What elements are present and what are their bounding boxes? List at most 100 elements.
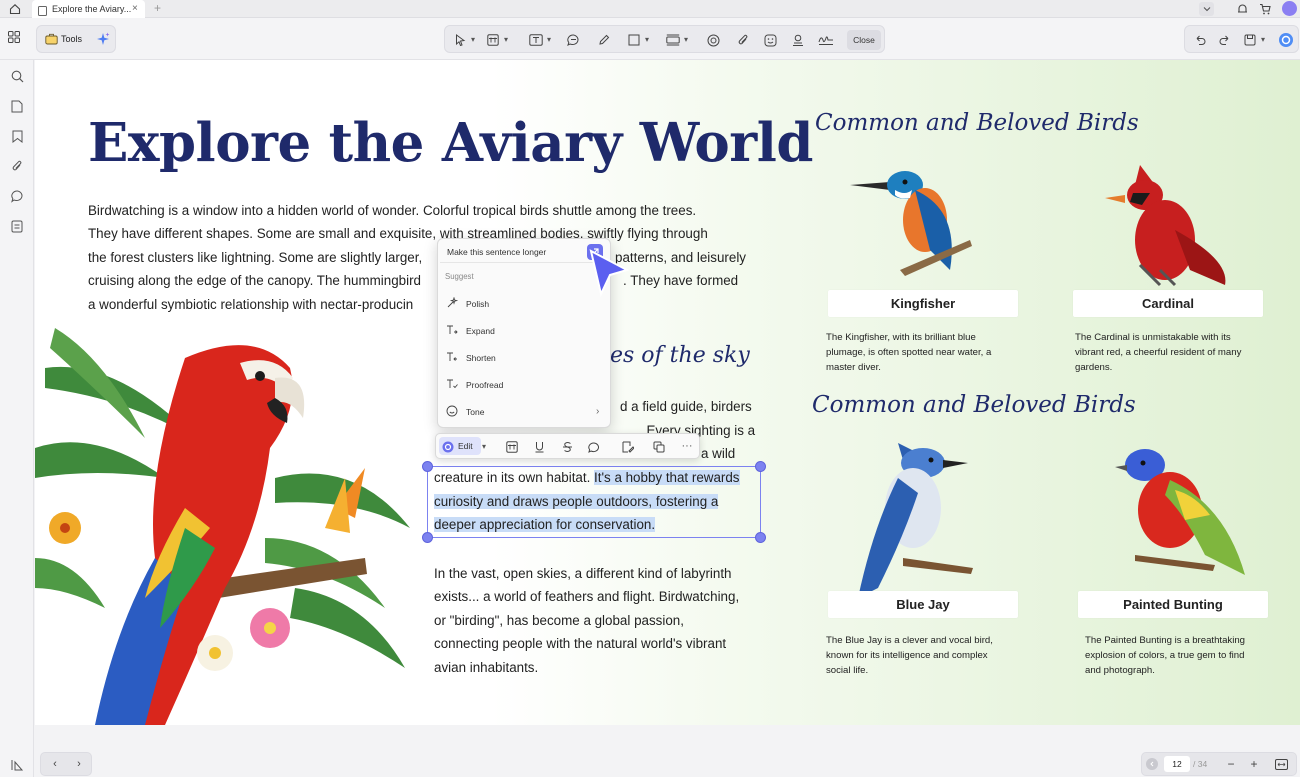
stamp-icon[interactable] — [703, 30, 723, 50]
prev-page-icon[interactable]: ‹ — [47, 753, 63, 775]
edit-button[interactable]: Edit — [439, 437, 481, 455]
chevron-down-icon[interactable]: ▾ — [1259, 30, 1267, 50]
comment-icon[interactable] — [584, 437, 604, 457]
text-box-icon[interactable] — [483, 30, 503, 50]
blue-jay-illustration — [843, 438, 978, 603]
document-page: Explore the Aviary World Birdwatching is… — [35, 60, 1300, 725]
proofread-icon — [447, 379, 458, 389]
selected-line-3[interactable]: deeper appreciation for conservation. — [434, 513, 656, 537]
note-edit-icon[interactable] — [618, 437, 638, 457]
apps-grid-icon[interactable] — [7, 30, 21, 44]
suggest-item-tone[interactable]: Tone › — [446, 400, 604, 424]
shorten-text-icon — [447, 352, 457, 361]
intro-line-5: a wonderful symbiotic relationship with … — [88, 297, 414, 312]
layers-icon[interactable] — [5, 215, 29, 237]
chevron-down-icon[interactable]: ▾ — [545, 30, 553, 50]
page-thumbnails-icon[interactable] — [5, 95, 29, 117]
pen-icon[interactable] — [594, 30, 614, 50]
kingfisher-illustration — [850, 160, 975, 280]
shape-rectangle-icon[interactable] — [624, 30, 644, 50]
para3-line-4: connecting people with the natural world… — [434, 636, 727, 651]
intro-line-3: the forest clusters like lightning. Some… — [88, 250, 423, 265]
new-tab-icon[interactable]: + — [154, 1, 164, 15]
selected-line-2[interactable]: curiosity and draws people outdoors, fos… — [434, 490, 719, 514]
para3-line-2: exists... a world of feathers and flight… — [434, 589, 740, 604]
redo-icon[interactable] — [1215, 30, 1235, 50]
attachment-icon[interactable] — [733, 30, 753, 50]
form-field-icon[interactable] — [663, 30, 683, 50]
text-tool-icon[interactable] — [526, 30, 546, 50]
avatar[interactable] — [1282, 1, 1297, 16]
user-stamp-icon[interactable] — [788, 30, 808, 50]
chevron-down-icon[interactable]: ▾ — [469, 30, 477, 50]
zoom-out-icon[interactable]: − — [1224, 753, 1238, 775]
desc-line: gardens. — [1075, 362, 1113, 373]
bottom-panel-icon[interactable] — [5, 754, 29, 776]
tone-icon — [446, 405, 458, 417]
painted-bunting-illustration — [1115, 445, 1255, 585]
zoom-in-icon[interactable]: + — [1247, 753, 1261, 775]
document-tab[interactable]: Explore the Aviary... — [32, 0, 145, 18]
home-icon[interactable] — [7, 2, 23, 16]
desc-line: vibrant red, a cheerful resident of many — [1075, 347, 1242, 358]
para3-line-3: or "birding", has become a global passio… — [434, 613, 684, 628]
next-page-icon[interactable]: › — [71, 753, 87, 775]
suggest-item-label: Tone — [466, 407, 485, 417]
copy-icon[interactable] — [649, 437, 669, 457]
cart-icon[interactable] — [1258, 2, 1272, 16]
sparkle-icon — [447, 297, 458, 308]
toolbox-icon — [43, 31, 59, 47]
strikethrough-icon[interactable] — [557, 437, 577, 457]
more-options-icon[interactable]: ··· — [677, 437, 697, 457]
fit-page-icon[interactable] — [1273, 757, 1289, 771]
selection-handle-bottom-right[interactable] — [755, 532, 766, 543]
selection-handle-top-right[interactable] — [755, 461, 766, 472]
edit-tools-group: ▾ ▾ ▾ ▾ ▾ Close — [444, 25, 885, 53]
attachment-icon[interactable] — [5, 155, 29, 177]
mid-text-fragment-1: d a field guide, birders — [620, 399, 752, 414]
tools-button[interactable]: Tools — [61, 26, 82, 52]
chevron-down-icon[interactable]: ▾ — [502, 30, 510, 50]
suggest-item-polish[interactable]: Polish — [446, 292, 604, 316]
save-icon[interactable] — [1240, 30, 1260, 50]
chevron-down-icon[interactable]: ▾ — [682, 30, 690, 50]
desc-line: and photograph. — [1085, 665, 1155, 676]
ai-assistant-icon[interactable] — [1276, 30, 1296, 50]
selection-handle-bottom-left[interactable] — [422, 532, 433, 543]
prev-page-circle-icon[interactable] — [1146, 758, 1158, 770]
close-tab-icon[interactable]: × — [132, 2, 142, 16]
page-zoom-group: 12 / 34 − + — [1141, 752, 1297, 776]
suggest-item-expand[interactable]: Expand — [446, 319, 604, 343]
suggest-item-label: Proofread — [466, 380, 504, 390]
bottom-bar: ‹ › 12 / 34 − + — [35, 743, 1300, 777]
chevron-down-icon[interactable]: ▾ — [643, 30, 651, 50]
ai-prompt-input[interactable]: Make this sentence longer — [440, 241, 608, 263]
bell-icon[interactable] — [1235, 2, 1249, 16]
suggest-item-proofread[interactable]: Proofread — [446, 373, 604, 397]
tab-title: Explore the Aviary... — [52, 4, 132, 14]
close-button[interactable]: Close — [847, 30, 881, 50]
para3-line-5: avian inhabitants. — [434, 660, 539, 675]
search-icon[interactable] — [5, 65, 29, 87]
chevron-right-icon: › — [596, 406, 600, 417]
tools-group: Tools — [36, 25, 116, 53]
chevron-down-icon[interactable] — [1199, 2, 1214, 16]
comments-icon[interactable] — [5, 185, 29, 207]
selection-handle-top-left[interactable] — [422, 461, 433, 472]
undo-icon[interactable] — [1190, 30, 1210, 50]
comment-icon[interactable] — [563, 30, 583, 50]
underline-icon[interactable] — [529, 437, 549, 457]
bookmark-icon[interactable] — [5, 125, 29, 147]
chevron-down-icon[interactable]: ▾ — [482, 437, 490, 457]
page-number-input[interactable]: 12 — [1164, 756, 1190, 772]
sticker-icon[interactable] — [760, 30, 780, 50]
selected-line-3-highlight: deeper appreciation for conservation. — [434, 517, 656, 532]
suggest-item-shorten[interactable]: Shorten — [446, 346, 604, 370]
selected-line-1[interactable]: creature in its own habitat. It's a hobb… — [434, 466, 740, 490]
signature-icon[interactable] — [816, 30, 836, 50]
text-box-icon[interactable] — [502, 437, 522, 457]
selected-line-1-plain: creature in its own habitat. — [434, 470, 595, 485]
select-cursor-icon[interactable] — [450, 30, 470, 50]
suggest-item-label: Shorten — [466, 353, 496, 363]
ai-sparkle-icon[interactable] — [95, 31, 111, 47]
